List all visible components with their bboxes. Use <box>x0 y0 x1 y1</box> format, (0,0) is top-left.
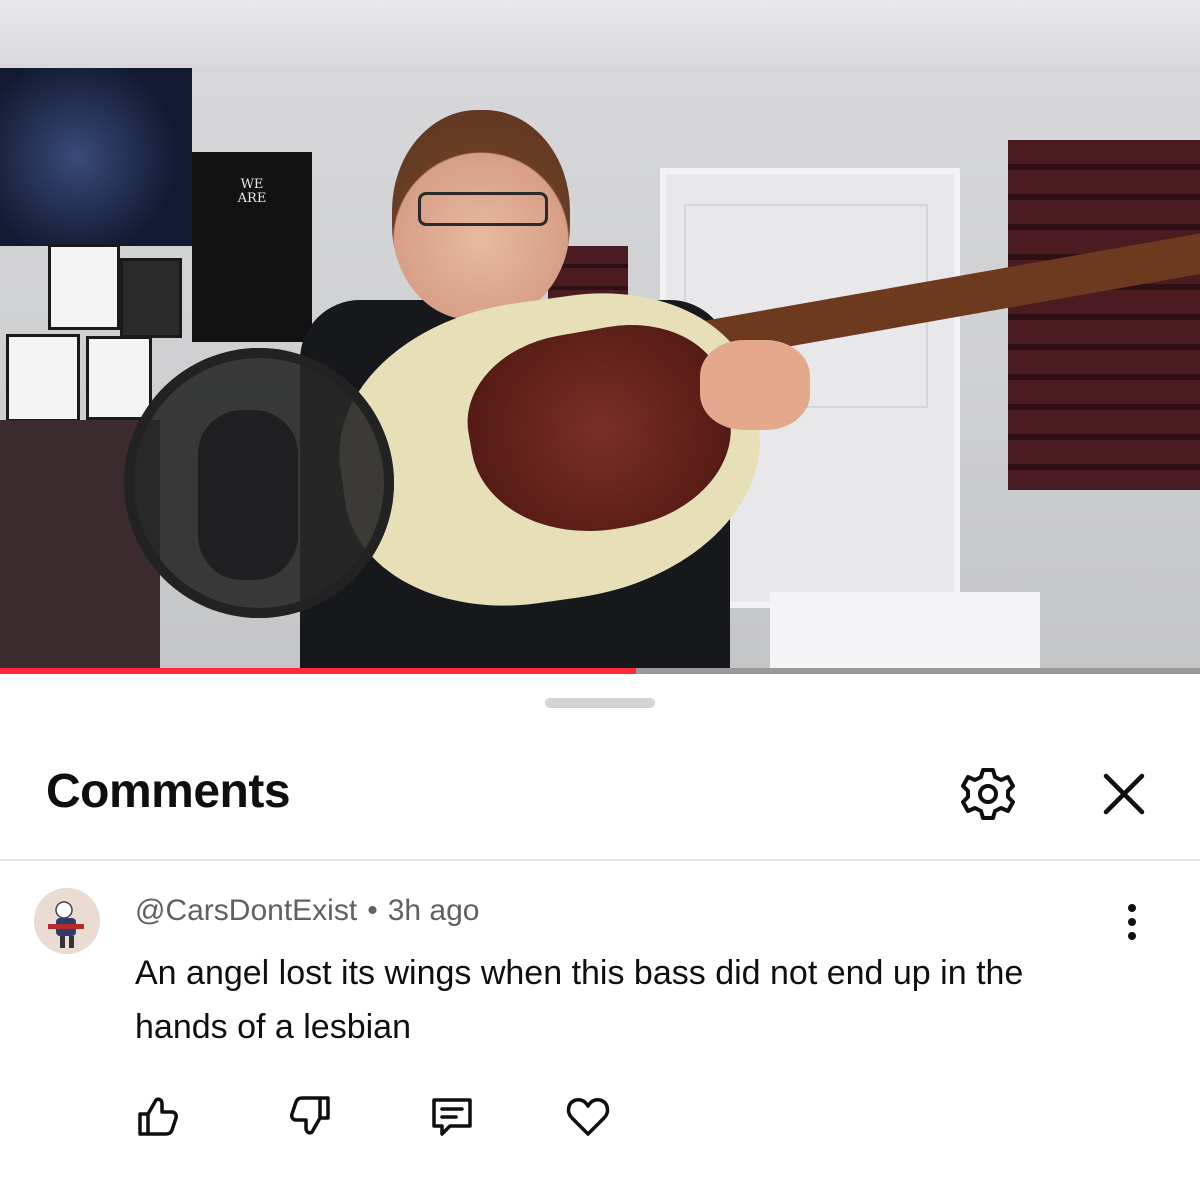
close-button[interactable] <box>1092 762 1156 826</box>
band-poster: WE ARE <box>192 152 312 342</box>
comment-meta: @CarsDontExist • 3h ago <box>135 894 479 928</box>
glasses <box>418 192 548 226</box>
close-icon <box>1092 762 1156 826</box>
more-vert-icon <box>1108 898 1156 946</box>
reply-icon <box>428 1092 476 1140</box>
video-player[interactable]: WE ARE <box>0 0 1200 672</box>
framed-picture <box>86 336 152 420</box>
dislike-button[interactable] <box>288 1092 336 1140</box>
video-progress-fill <box>0 668 636 674</box>
comment-timestamp: 3h ago <box>387 894 480 927</box>
comment-author[interactable]: @CarsDontExist <box>135 894 357 927</box>
reply-button[interactable] <box>428 1092 476 1140</box>
gear-icon <box>956 762 1020 826</box>
meta-separator: • <box>367 894 378 927</box>
microphone <box>198 410 298 580</box>
wall-poster <box>0 68 192 246</box>
framed-picture <box>48 244 120 330</box>
thumbs-up-icon <box>132 1092 180 1140</box>
framed-picture <box>120 258 182 338</box>
comments-sheet: Comments @CarsDontExist • 3h ago An ange… <box>0 676 1200 1188</box>
video-ceiling <box>0 0 1200 70</box>
divider <box>0 859 1200 861</box>
avatar[interactable] <box>34 888 100 954</box>
thumbs-down-icon <box>288 1092 336 1140</box>
heart-icon <box>564 1092 612 1140</box>
comment-more-button[interactable] <box>1108 898 1156 946</box>
desk <box>770 592 1040 672</box>
framed-picture <box>6 334 80 422</box>
comments-title: Comments <box>46 765 291 818</box>
video-progress-bar[interactable] <box>0 668 1200 674</box>
drag-handle[interactable] <box>545 698 655 708</box>
like-button[interactable] <box>132 1092 180 1140</box>
acoustic-foam <box>1008 140 1200 490</box>
heart-button[interactable] <box>564 1092 612 1140</box>
settings-button[interactable] <box>956 762 1020 826</box>
person-hand <box>700 340 810 430</box>
comment-text: An angel lost its wings when this bass d… <box>135 954 1024 1046</box>
